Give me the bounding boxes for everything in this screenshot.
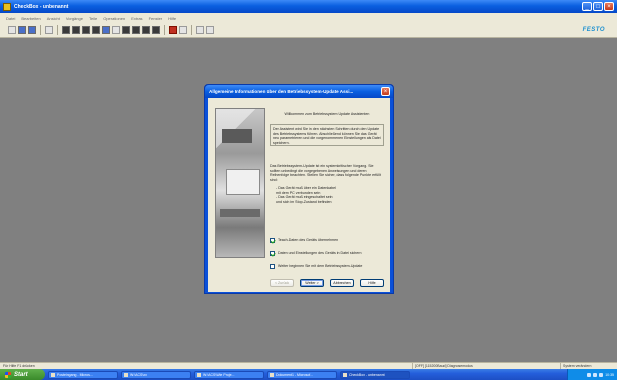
taskbar-item-label: Dokument1 - Microsof... — [276, 372, 314, 377]
taskbar-item-label: W:\ACS\Wie Proje... — [203, 372, 235, 377]
save-settings-checkbox[interactable]: Daten und Einstellungen des Geräts in Da… — [270, 251, 362, 256]
checkbox-box[interactable] — [270, 238, 275, 243]
toolbar-separator — [57, 25, 58, 35]
device-icon[interactable] — [142, 26, 150, 34]
toolbar-separator — [40, 25, 41, 35]
taskbar-item[interactable]: W:\ACS\Wie Proje... — [194, 370, 264, 379]
clock[interactable]: 10:35 — [605, 373, 614, 377]
status-help-text: Für Hilfe F1 drücken — [3, 364, 35, 368]
tool-icon[interactable] — [196, 26, 204, 34]
dialog-close-button[interactable]: × — [381, 87, 390, 96]
device-icon[interactable] — [152, 26, 160, 34]
device-icon[interactable] — [112, 26, 120, 34]
window-title: CheckBox - unbenannt — [14, 3, 69, 10]
taskbar-item-active[interactable]: CheckBox - unbenannt — [340, 370, 410, 379]
list-item: und sich im Stop-Zustand befinden — [276, 199, 332, 204]
device-icon[interactable] — [132, 26, 140, 34]
toolbar-separator — [164, 25, 165, 35]
welcome-text: Willkommen zum Betriebssystem Update Ass… — [284, 112, 370, 116]
menu-edit[interactable]: Bearbeiten — [21, 16, 40, 21]
volume-icon[interactable] — [599, 372, 604, 377]
dialog-title-bar[interactable]: Allgemeine Informationen über den Betrie… — [205, 85, 393, 98]
next-button[interactable]: Weiter > — [300, 279, 324, 287]
start-label: Start — [14, 371, 28, 378]
back-button[interactable]: < Zurück — [270, 279, 294, 287]
folder-icon — [197, 372, 201, 377]
status-bar: Für Hilfe F1 drücken [OFF] [115200Baud] … — [0, 362, 617, 369]
word-icon — [270, 372, 274, 377]
outlook-icon — [51, 372, 55, 377]
warning-text: Das Betriebssystem-Update ist ein system… — [270, 164, 381, 182]
taskbar-item-label: Posteingang - Micros... — [57, 372, 93, 377]
start-button[interactable]: Start — [0, 369, 45, 380]
brand-logo: FESTO — [582, 27, 605, 33]
device-icon[interactable] — [102, 26, 110, 34]
teach-data-checkbox[interactable]: Teach-Daten des Geräts übernehmen — [270, 238, 338, 243]
dialog-button-row: < Zurück Weiter > Abbrechen Hilfe — [270, 279, 384, 287]
device-icon[interactable] — [62, 26, 70, 34]
dialog-body: Willkommen zum Betriebssystem Update Ass… — [208, 98, 390, 292]
cancel-button[interactable]: Abbrechen — [330, 279, 354, 287]
device-icon[interactable] — [122, 26, 130, 34]
print-icon[interactable] — [45, 26, 53, 34]
help-pointer-icon[interactable] — [206, 26, 214, 34]
start-update-checkbox[interactable]: Weiter beginnen Sie mit dem Betriebssyst… — [270, 264, 362, 269]
open-file-icon[interactable] — [18, 26, 26, 34]
illustration-part — [222, 129, 252, 143]
device-illustration — [215, 108, 265, 258]
device-icon[interactable] — [82, 26, 90, 34]
minimize-button[interactable]: _ — [582, 2, 592, 11]
maximize-button[interactable]: □ — [593, 2, 603, 11]
system-tray: 10:35 — [567, 369, 617, 380]
taskbar-item[interactable]: Posteingang - Micros... — [48, 370, 118, 379]
toolbar-separator — [191, 25, 192, 35]
folder-icon — [124, 372, 128, 377]
intro-text: Der Assistent wird Sie in den nächsten S… — [270, 124, 384, 146]
window-controls: _ □ × — [582, 2, 614, 11]
close-button[interactable]: × — [604, 2, 614, 11]
menu-window[interactable]: Fenster — [149, 16, 163, 21]
device-icon[interactable] — [72, 26, 80, 34]
app-title-bar[interactable]: CheckBox - unbenannt _ □ × — [0, 0, 617, 13]
tool-icon[interactable] — [169, 26, 177, 34]
language-icon[interactable] — [587, 372, 592, 377]
menu-processes[interactable]: Vorgänge — [66, 16, 83, 21]
illustration-part — [220, 209, 260, 217]
taskbar-item-label: W:\ACS\xx — [130, 372, 147, 377]
menu-extras[interactable]: Extras — [131, 16, 142, 21]
device-icon[interactable] — [92, 26, 100, 34]
network-icon[interactable] — [593, 372, 598, 377]
app-icon — [3, 2, 11, 11]
menu-operations[interactable]: Operationen — [103, 16, 125, 21]
toolbar — [0, 23, 617, 38]
checkbox-label: Teach-Daten des Geräts übernehmen — [278, 238, 339, 242]
taskbar: Start Posteingang - Micros... W:\ACS\xx … — [0, 369, 617, 380]
menu-help[interactable]: Hilfe — [168, 16, 176, 21]
menu-bar: Datei Bearbeiten Ansicht Vorgänge Teile … — [0, 13, 617, 23]
save-icon[interactable] — [28, 26, 36, 34]
menu-parts[interactable]: Teile — [89, 16, 97, 21]
app-icon — [343, 372, 347, 377]
help-button[interactable]: Hilfe — [360, 279, 384, 287]
checkbox-box[interactable] — [270, 264, 275, 269]
checkbox-label: Weiter beginnen Sie mit dem Betriebssyst… — [278, 264, 363, 268]
menu-file[interactable]: Datei — [6, 16, 15, 21]
tool-icon[interactable] — [179, 26, 187, 34]
windows-logo-icon — [5, 371, 11, 378]
menu-view[interactable]: Ansicht — [47, 16, 60, 21]
taskbar-item[interactable]: Dokument1 - Microsof... — [267, 370, 337, 379]
update-assistant-dialog: Allgemeine Informationen über den Betrie… — [204, 84, 394, 294]
dialog-title: Allgemeine Informationen über den Betrie… — [209, 89, 354, 94]
illustration-part — [226, 169, 260, 195]
checkbox-box[interactable] — [270, 251, 275, 256]
new-file-icon[interactable] — [8, 26, 16, 34]
requirements-list: - Das Gerät muß über ein Datenkabel mit … — [270, 186, 384, 204]
taskbar-item-label: CheckBox - unbenannt — [349, 372, 385, 377]
checkbox-label: Daten und Einstellungen des Geräts in Da… — [278, 251, 362, 255]
taskbar-item[interactable]: W:\ACS\xx — [121, 370, 191, 379]
app-window: CheckBox - unbenannt _ □ × Datei Bearbei… — [0, 0, 617, 380]
